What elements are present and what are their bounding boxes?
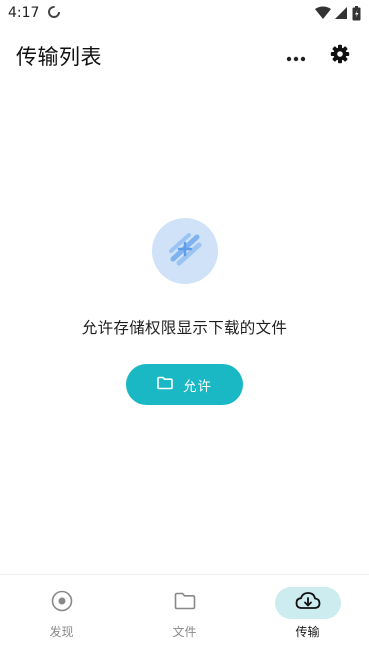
- battery-icon: [352, 5, 361, 21]
- nav-label-discover: 发现: [49, 625, 74, 639]
- nav-label-transfer: 传输: [295, 625, 320, 639]
- status-left: 4:17: [8, 4, 61, 23]
- bottom-nav: 发现 文件 传输: [0, 574, 369, 656]
- app-bar: 传输列表: [0, 34, 369, 78]
- more-icon: [286, 47, 306, 66]
- folder-icon: [174, 592, 196, 614]
- nav-item-files[interactable]: 文件: [130, 587, 240, 640]
- allow-button[interactable]: 允许: [126, 364, 243, 405]
- nav-icon-wrap: [152, 587, 218, 619]
- empty-state: 允许存储权限显示下载的文件 允许: [0, 218, 369, 405]
- empty-message: 允许存储权限显示下载的文件: [81, 319, 288, 337]
- status-right: [315, 5, 361, 21]
- nav-item-transfer[interactable]: 传输: [253, 587, 363, 640]
- nav-item-discover[interactable]: 发现: [7, 587, 117, 640]
- empty-illustration: [151, 218, 218, 284]
- nav-icon-wrap: [274, 587, 341, 619]
- page-title: 传输列表: [16, 45, 102, 69]
- nav-label-files: 文件: [172, 625, 197, 639]
- sync-icon: [47, 4, 61, 23]
- settings-button[interactable]: [325, 41, 355, 71]
- settings-icon: [330, 44, 350, 68]
- discover-icon: [51, 590, 73, 616]
- cell-signal-icon: [335, 6, 348, 20]
- transfer-illustration-icon: [165, 229, 205, 273]
- more-button[interactable]: [281, 41, 311, 71]
- app-actions: [281, 41, 355, 71]
- allow-button-label: 允许: [183, 378, 212, 395]
- transfer-list-screen: 4:17 传输列表 允许存储权限显示下载的文件 允许 发现 文件 传输: [0, 0, 369, 656]
- nav-icon-wrap: [29, 587, 95, 619]
- wifi-icon: [315, 6, 331, 20]
- status-bar: 4:17: [0, 0, 369, 26]
- folder-icon: [157, 376, 173, 394]
- cloud-download-icon: [295, 591, 321, 615]
- status-time: 4:17: [8, 5, 40, 21]
